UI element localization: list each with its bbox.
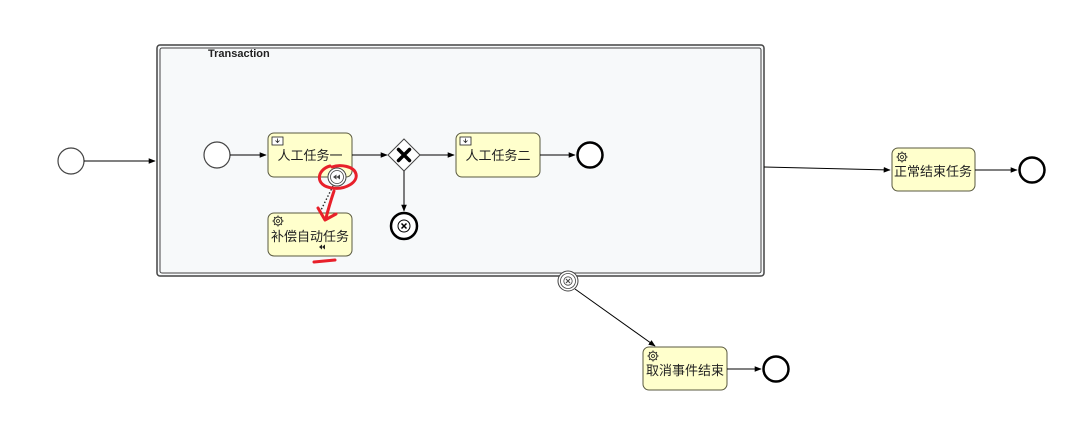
bpmn-diagram-canvas: Transaction 人工任务一 补偿自动任务 人工任务二 正常结束任务 取消… — [57, 44, 1046, 391]
flow-cancel-boundary-to-task[interactable] — [574, 288, 656, 347]
user-task-1-label: 人工任务一 — [277, 148, 342, 164]
inner-end-event[interactable] — [576, 141, 604, 169]
cancel-boundary-event[interactable] — [557, 270, 579, 292]
compensation-task[interactable]: 补偿自动任务 — [267, 212, 353, 257]
normal-end-task[interactable]: 正常结束任务 — [891, 147, 976, 192]
transaction-label: Transaction — [208, 48, 270, 60]
user-task-icon — [271, 136, 284, 146]
annotation-underline — [312, 258, 337, 264]
inner-start-event[interactable] — [203, 141, 231, 169]
cancel-end-task-label: 取消事件结束 — [646, 364, 724, 379]
compensation-task-label: 补偿自动任务 — [271, 229, 349, 245]
user-task-icon — [459, 136, 472, 146]
cancel-end-task[interactable]: 取消事件结束 — [642, 346, 728, 391]
outer-start-event[interactable] — [57, 147, 85, 175]
cancel-path-end-event[interactable] — [762, 355, 790, 383]
cancel-end-event[interactable] — [389, 211, 419, 241]
flow-transaction-to-normal-task[interactable] — [763, 166, 891, 173]
user-task-2-label: 人工任务二 — [465, 148, 530, 164]
compensation-boundary-event[interactable] — [327, 167, 347, 187]
normal-end-task-label: 正常结束任务 — [894, 164, 972, 180]
normal-end-event[interactable] — [1018, 156, 1046, 184]
user-task-2[interactable]: 人工任务二 — [455, 132, 541, 178]
